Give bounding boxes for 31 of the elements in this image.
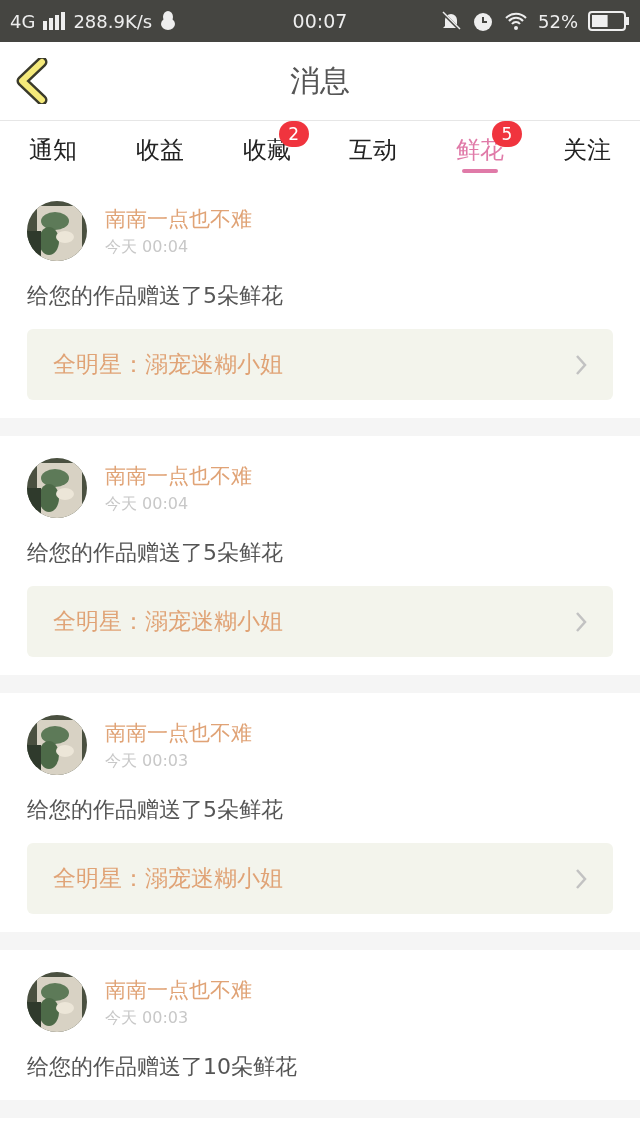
sender-name[interactable]: 南南一点也不难 (105, 975, 252, 1004)
work-link[interactable]: 全明星：溺宠迷糊小姐 (27, 586, 613, 657)
sender-name[interactable]: 南南一点也不难 (105, 718, 252, 747)
tab[interactable]: 互动 (320, 121, 427, 179)
wifi-icon (504, 12, 528, 30)
battery-percent: 52% (538, 10, 578, 32)
penguin-icon (160, 11, 177, 31)
tab[interactable]: 通知 (0, 121, 107, 179)
page-title: 消息 (290, 61, 350, 100)
alarm-icon (472, 10, 494, 32)
sender-name[interactable]: 南南一点也不难 (105, 461, 252, 490)
tab[interactable]: 收益 (106, 121, 214, 179)
battery-icon (588, 11, 630, 31)
signal-icon (43, 12, 66, 30)
message-text: 给您的作品赠送了5朵鲜花 (27, 539, 284, 567)
muted-bell-icon (440, 10, 462, 32)
tab[interactable]: 关注 (533, 121, 640, 179)
tab-underline (462, 169, 498, 173)
chevron-right-icon (575, 353, 587, 376)
back-button[interactable] (14, 58, 50, 104)
network-speed: 288.9K/s (73, 10, 153, 32)
message-text: 给您的作品赠送了10朵鲜花 (27, 1053, 298, 1081)
chevron-right-icon (575, 610, 587, 633)
message-text: 给您的作品赠送了5朵鲜花 (27, 282, 284, 310)
network-type: 4G (10, 10, 36, 32)
work-link[interactable]: 全明星：溺宠迷糊小姐 (27, 329, 613, 400)
sender-name[interactable]: 南南一点也不难 (105, 204, 252, 233)
chevron-right-icon (575, 867, 587, 890)
message-text: 给您的作品赠送了5朵鲜花 (27, 796, 284, 824)
work-link[interactable]: 全明星：溺宠迷糊小姐 (27, 843, 613, 914)
clock: 00:07 (292, 10, 348, 32)
